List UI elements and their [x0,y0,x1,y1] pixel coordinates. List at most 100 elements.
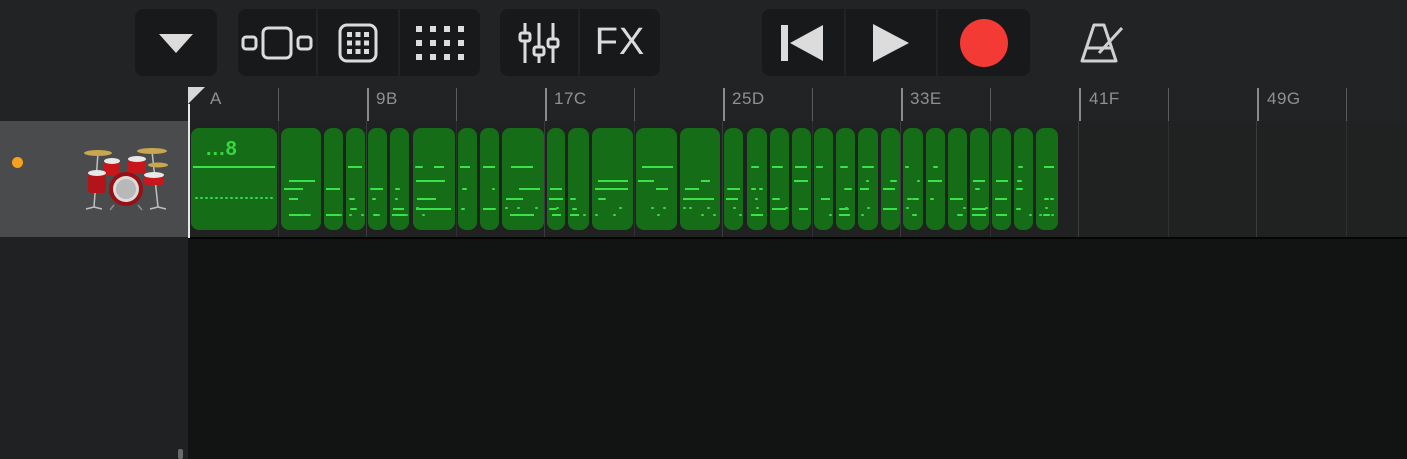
note-hit [1045,207,1048,209]
note-hit [799,208,808,210]
drum-region[interactable] [1014,128,1033,230]
play-button[interactable] [844,9,936,76]
drum-region[interactable] [636,128,677,230]
note-hit [505,207,508,209]
drum-region[interactable] [680,128,720,230]
note-hit [1044,198,1049,200]
drum-region[interactable] [368,128,387,230]
fx-button[interactable]: FX [578,9,660,76]
note-hit [794,180,808,182]
note-hit [535,207,538,209]
note-hit [361,214,364,216]
note-hit [756,207,759,209]
note-hit [975,188,980,190]
timeline-ruler[interactable]: A 9B 17C 25D 33E 41F 49G [188,87,1407,121]
bar-label: 49G [1267,89,1301,108]
drum-region[interactable] [592,128,633,230]
note-hit [510,214,534,216]
playhead[interactable] [188,104,190,238]
drum-region[interactable] [281,128,321,230]
tracks-menu-button[interactable] [135,9,217,76]
note-hit [210,197,213,199]
drum-region[interactable] [568,128,589,230]
note-hit [840,166,848,168]
drum-region[interactable] [792,128,811,230]
note-hit [289,214,310,216]
drum-region[interactable] [814,128,833,230]
region-label: ...8 [206,138,238,160]
drum-region[interactable] [858,128,878,230]
drum-region[interactable] [903,128,923,230]
drum-region[interactable] [948,128,967,230]
drum-region[interactable] [480,128,499,230]
note-hit [972,208,986,210]
lane-gridline [544,121,545,237]
metronome-button[interactable] [1070,9,1134,76]
drum-region[interactable] [547,128,565,230]
note-hit [1051,214,1054,216]
drum-region[interactable] [324,128,343,230]
note-hit [265,197,268,199]
note-hit [350,208,357,210]
note-hit [377,214,380,216]
drum-region[interactable] [458,128,477,230]
note-hit [395,198,398,200]
drum-region[interactable] [881,128,900,230]
note-hit [701,180,710,182]
note-hit [1039,214,1042,216]
drum-region[interactable] [1036,128,1058,230]
note-hit [371,188,379,190]
note-hit [240,197,243,199]
drum-region[interactable] [970,128,989,230]
note-hit [933,166,938,168]
touch-instrument-button[interactable] [316,9,398,76]
drum-region[interactable] [770,128,789,230]
note-hit [865,166,873,168]
note-hit [220,197,223,199]
note-hit [461,208,465,210]
note-hit [326,214,340,216]
note-hit [619,207,622,209]
note-hit [215,197,218,199]
note-hit [713,214,716,216]
note-hit [396,214,399,216]
go-to-start-button[interactable] [762,9,844,76]
lane-gridline [900,121,901,237]
drum-region[interactable] [413,128,455,230]
drum-region[interactable] [836,128,855,230]
lane-gridline [366,121,367,237]
note-hit [570,214,579,216]
lane-gridline [1078,121,1079,237]
mixer-button[interactable] [500,9,578,76]
note-hit [759,188,763,190]
grid-view-button[interactable] [398,9,480,76]
note-hit [683,207,686,209]
record-button[interactable] [936,9,1030,76]
note-hit [755,198,758,200]
drum-region[interactable] [926,128,945,230]
note-hit [683,198,714,200]
drum-region[interactable] [992,128,1011,230]
note-hit [330,188,339,190]
resize-handle[interactable] [178,449,183,459]
tracks-view-button[interactable] [238,9,316,76]
note-hit [963,207,966,209]
drum-region[interactable] [502,128,544,230]
note-hit [985,207,988,209]
drum-region[interactable] [390,128,409,230]
drum-region[interactable] [724,128,743,230]
drum-region[interactable] [346,128,365,230]
note-hit [372,198,376,200]
note-hit [772,208,786,210]
note-hit [302,214,305,216]
note-hit [349,198,355,200]
note-hit [689,207,692,209]
drum-region[interactable] [747,128,767,230]
note-hit [656,188,668,190]
note-hit [1050,198,1054,200]
playhead-handle[interactable] [188,87,205,104]
drum-kit-icon [82,143,170,216]
lane-gridline [1256,121,1257,237]
note-hit [554,198,562,200]
note-hit [492,188,495,190]
